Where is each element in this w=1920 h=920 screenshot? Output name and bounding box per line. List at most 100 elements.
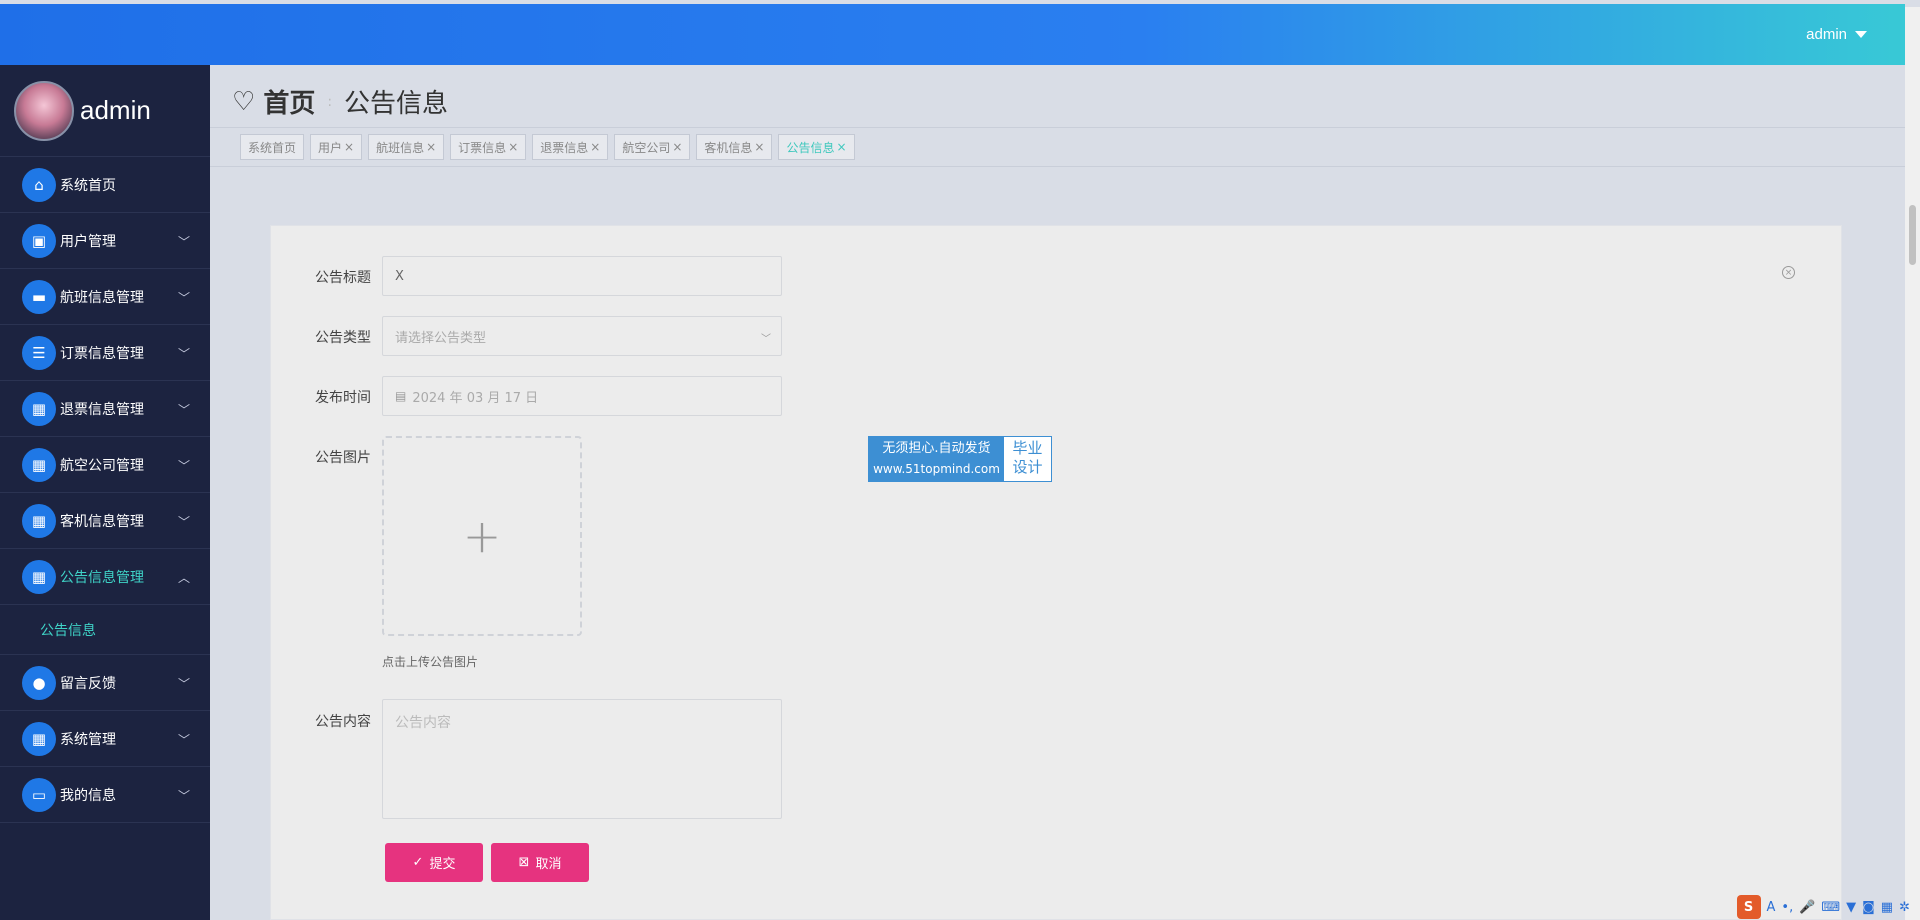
date-picker[interactable]: ▤ 2024 年 03 月 17 日 bbox=[382, 376, 782, 416]
page-scrollbar[interactable] bbox=[1905, 7, 1920, 920]
sidebar-item-bookings[interactable]: ☰ 订票信息管理 ﹀ bbox=[0, 325, 210, 381]
skin-icon[interactable]: ▼ bbox=[1846, 900, 1856, 915]
tag-airlines[interactable]: 航空公司 × bbox=[614, 134, 691, 160]
sidebar-item-airlines[interactable]: ▦ 航空公司管理 ﹀ bbox=[0, 437, 210, 493]
list-icon: ☰ bbox=[22, 335, 56, 370]
grid-icon: ▦ bbox=[22, 447, 56, 482]
avatar bbox=[14, 80, 74, 141]
close-icon[interactable]: × bbox=[344, 140, 354, 154]
chevron-down-icon: ﹀ bbox=[177, 515, 190, 529]
watermark-line2: www.51topmind.com bbox=[873, 462, 1000, 476]
clipboard-icon: ▣ bbox=[22, 223, 56, 258]
chevron-down-icon: ﹀ bbox=[761, 334, 771, 345]
robot-icon[interactable]: ◙ bbox=[1862, 900, 1875, 915]
title-label: 公告标题 bbox=[315, 270, 371, 286]
close-icon[interactable]: × bbox=[508, 140, 518, 154]
sidebar-subitem-notice-info[interactable]: 公告信息 bbox=[0, 605, 210, 655]
check-icon: ✓ bbox=[412, 855, 424, 870]
upload-hint: 点击上传公告图片 bbox=[382, 655, 479, 669]
sidebar-item-label: 我的信息 bbox=[60, 787, 116, 804]
tag-aircraft[interactable]: 客机信息 × bbox=[696, 134, 773, 160]
tag-label: 用户 bbox=[318, 140, 343, 155]
wallet-icon: ▭ bbox=[22, 777, 56, 812]
sidebar-item-label: 航班信息管理 bbox=[60, 289, 144, 306]
tag-label: 订票信息 bbox=[458, 140, 507, 155]
breadcrumb-home[interactable]: 首页 bbox=[263, 83, 315, 120]
close-box-icon: ⊠ bbox=[518, 855, 530, 870]
chevron-down-icon: ﹀ bbox=[177, 291, 190, 305]
date-value: 2024 年 03 月 17 日 bbox=[412, 390, 539, 406]
close-icon[interactable]: × bbox=[590, 140, 600, 154]
plus-icon: + bbox=[462, 509, 502, 563]
ticket-icon: ▬ bbox=[22, 279, 56, 314]
microphone-icon[interactable]: 🎤 bbox=[1799, 900, 1815, 915]
ime-mode-icon[interactable]: A bbox=[1767, 900, 1776, 915]
grid-icon: ▦ bbox=[22, 391, 56, 426]
tag-notices[interactable]: 公告信息 × bbox=[778, 134, 855, 160]
image-upload[interactable]: + bbox=[382, 436, 582, 636]
breadcrumb: ♡ 首页 : 公告信息 bbox=[232, 83, 448, 120]
sidebar-item-notices[interactable]: ▦ 公告信息管理 ︿ bbox=[0, 549, 210, 605]
sidebar: admin ⌂ 系统首页 ▣ 用户管理 ﹀ ▬ 航班信息管理 ﹀ ☰ 订票信息管… bbox=[0, 65, 210, 920]
sidebar-item-label: 航空公司管理 bbox=[60, 457, 144, 474]
title-input[interactable]: X bbox=[382, 256, 782, 296]
sidebar-item-label: 系统首页 bbox=[60, 177, 116, 194]
type-label: 公告类型 bbox=[315, 330, 371, 346]
tag-label: 系统首页 bbox=[248, 140, 297, 155]
settings-icon[interactable]: ✲ bbox=[1899, 900, 1910, 915]
tag-refunds[interactable]: 退票信息 × bbox=[532, 134, 609, 160]
calendar-icon: ▤ bbox=[395, 389, 407, 403]
tag-label: 客机信息 bbox=[704, 140, 753, 155]
submit-label: 提交 bbox=[429, 857, 456, 872]
chevron-down-icon: ﹀ bbox=[177, 677, 190, 691]
punctuation-icon[interactable]: •, bbox=[1781, 900, 1793, 915]
watermark-right2: 设计 bbox=[1012, 458, 1043, 476]
close-icon[interactable]: × bbox=[754, 140, 764, 154]
ime-logo-icon[interactable]: S bbox=[1736, 895, 1761, 919]
sidebar-subitem-label: 公告信息 bbox=[40, 622, 96, 639]
sidebar-item-label: 公告信息管理 bbox=[60, 569, 144, 586]
submit-button[interactable]: ✓ 提交 bbox=[385, 843, 483, 882]
sidebar-item-home[interactable]: ⌂ 系统首页 bbox=[0, 157, 210, 213]
sidebar-profile: admin bbox=[0, 65, 210, 157]
tag-users[interactable]: 用户 × bbox=[310, 134, 363, 160]
tag-bookings[interactable]: 订票信息 × bbox=[450, 134, 527, 160]
cancel-label: 取消 bbox=[535, 857, 562, 872]
sidebar-item-aircraft[interactable]: ▦ 客机信息管理 ﹀ bbox=[0, 493, 210, 549]
grid-icon: ▦ bbox=[22, 503, 56, 538]
sidebar-item-flights[interactable]: ▬ 航班信息管理 ﹀ bbox=[0, 269, 210, 325]
tag-flights[interactable]: 航班信息 × bbox=[368, 134, 445, 160]
home-icon: ⌂ bbox=[22, 167, 56, 202]
sidebar-item-label: 留言反馈 bbox=[60, 675, 116, 692]
cancel-button[interactable]: ⊠ 取消 bbox=[491, 843, 589, 882]
sidebar-item-label: 系统管理 bbox=[60, 731, 116, 748]
sidebar-item-users[interactable]: ▣ 用户管理 ﹀ bbox=[0, 213, 210, 269]
user-name: admin bbox=[1806, 26, 1847, 43]
scrollbar-thumb[interactable] bbox=[1909, 205, 1916, 265]
close-icon[interactable]: × bbox=[426, 140, 436, 154]
user-dropdown[interactable]: admin bbox=[1806, 26, 1867, 43]
tag-label: 退票信息 bbox=[540, 140, 589, 155]
sidebar-item-label: 订票信息管理 bbox=[60, 345, 144, 362]
grid-icon: ▦ bbox=[22, 721, 56, 756]
ime-toolbar[interactable]: S A •, 🎤 ⌨ ▼ ◙ ▦ ✲ bbox=[1736, 894, 1910, 920]
tag-label: 航空公司 bbox=[622, 140, 671, 155]
image-label: 公告图片 bbox=[315, 450, 371, 466]
tag-home[interactable]: 系统首页 bbox=[240, 134, 305, 160]
type-select[interactable]: 请选择公告类型 ﹀ bbox=[382, 316, 782, 356]
watermark-line1: 无须担心.自动发货 bbox=[882, 441, 991, 456]
close-icon[interactable]: × bbox=[837, 140, 847, 154]
sidebar-item-feedback[interactable]: ● 留言反馈 ﹀ bbox=[0, 655, 210, 711]
apps-icon[interactable]: ▦ bbox=[1881, 900, 1893, 915]
close-icon[interactable]: × bbox=[672, 140, 682, 154]
sidebar-item-refunds[interactable]: ▦ 退票信息管理 ﹀ bbox=[0, 381, 210, 437]
keyboard-icon[interactable]: ⌨ bbox=[1821, 900, 1840, 915]
chevron-down-icon: ﹀ bbox=[177, 347, 190, 361]
time-label: 发布时间 bbox=[315, 390, 371, 406]
close-circle-icon[interactable]: × bbox=[1782, 266, 1795, 279]
sidebar-item-system[interactable]: ▦ 系统管理 ﹀ bbox=[0, 711, 210, 767]
chevron-down-icon: ﹀ bbox=[177, 235, 190, 249]
tag-label: 航班信息 bbox=[376, 140, 425, 155]
content-textarea[interactable]: 公告内容 bbox=[382, 699, 782, 819]
sidebar-item-my-info[interactable]: ▭ 我的信息 ﹀ bbox=[0, 767, 210, 823]
